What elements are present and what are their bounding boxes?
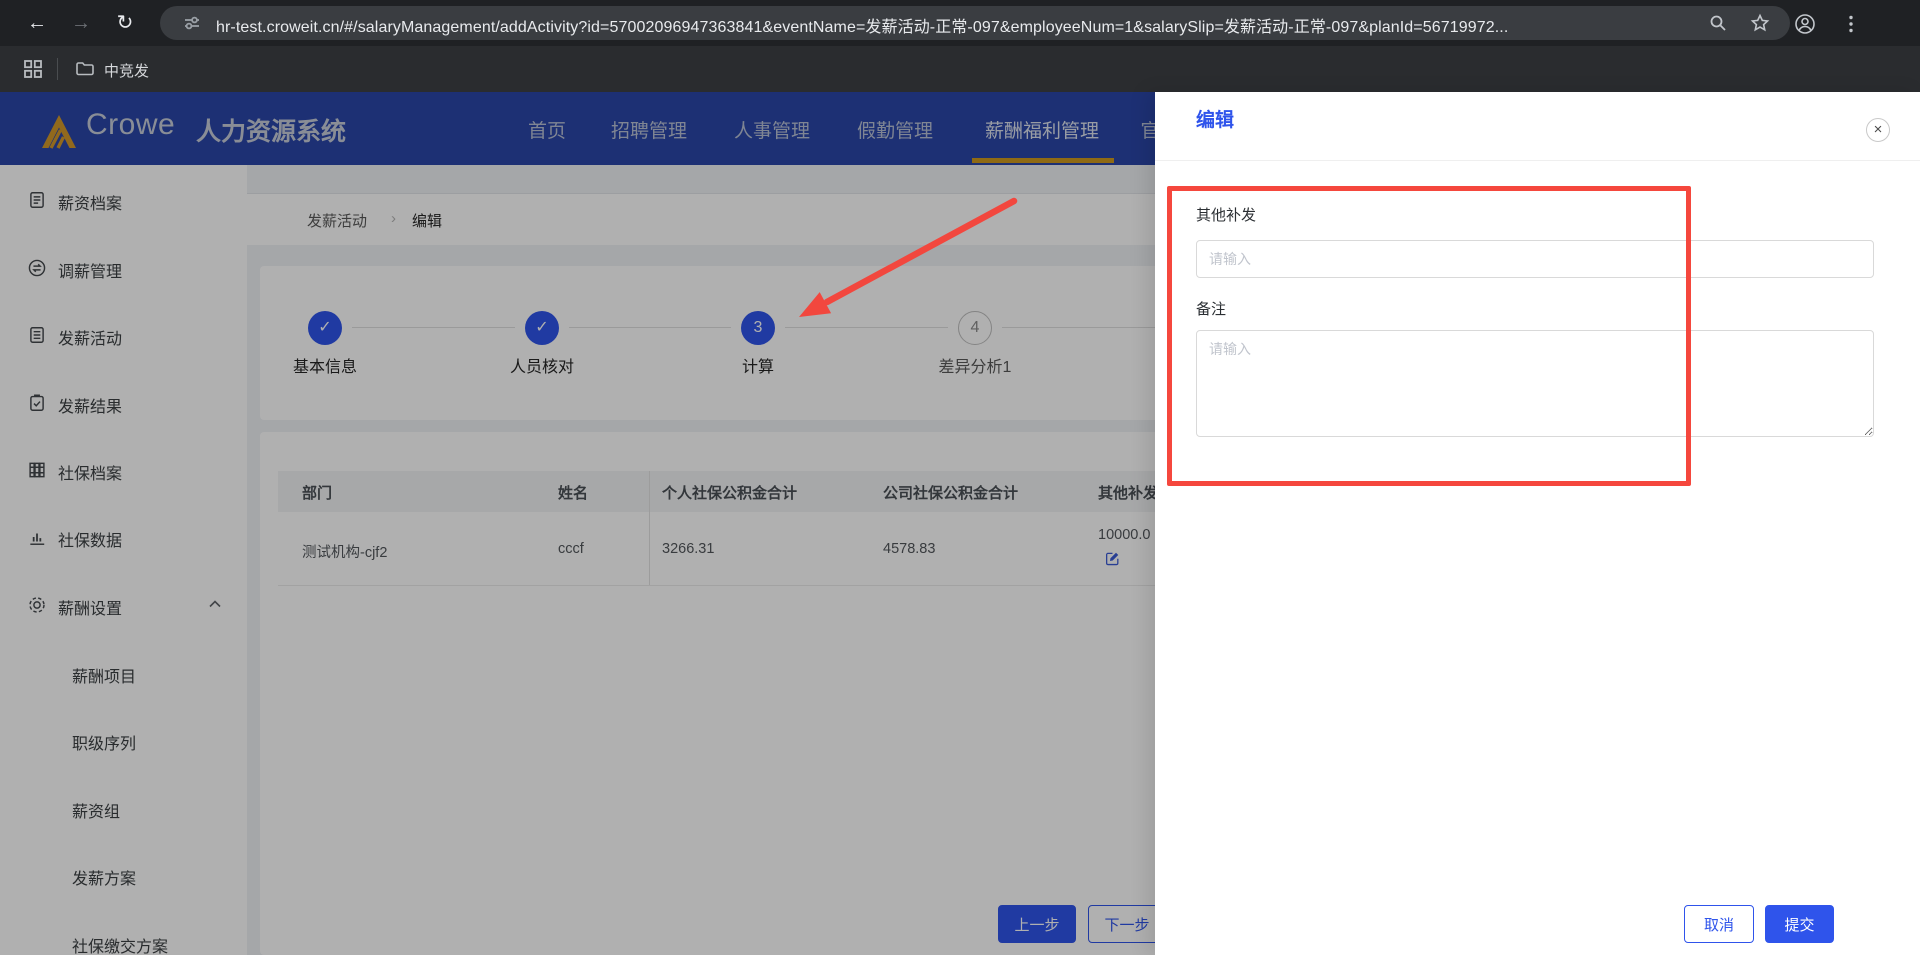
bookmarks-separator bbox=[57, 58, 58, 80]
drawer-title: 编辑 bbox=[1196, 110, 1235, 131]
edit-drawer: 编辑 × 其他补发 备注 取消 提交 bbox=[1155, 92, 1920, 955]
refresh-button[interactable]: ↻ bbox=[110, 8, 140, 38]
drawer-close-button[interactable]: × bbox=[1866, 118, 1890, 142]
apps-grid-icon[interactable] bbox=[22, 58, 42, 78]
bookmarks-bar: 中竞发 bbox=[0, 46, 1920, 92]
remark-textarea[interactable] bbox=[1196, 330, 1874, 437]
remark-label: 备注 bbox=[1196, 301, 1227, 318]
cancel-button[interactable]: 取消 bbox=[1684, 905, 1754, 943]
other-pay-label: 其他补发 bbox=[1196, 207, 1257, 224]
bookmark-folder[interactable]: 中竞发 bbox=[104, 60, 149, 81]
back-button[interactable]: ← bbox=[22, 8, 52, 38]
browser-toolbar: ← → ↻ hr-test.croweit.cn/#/salaryManagem… bbox=[0, 0, 1920, 46]
forward-button[interactable]: → bbox=[66, 8, 96, 38]
folder-icon[interactable] bbox=[74, 58, 94, 78]
close-icon: × bbox=[1873, 121, 1883, 138]
address-bar[interactable]: hr-test.croweit.cn/#/salaryManagement/ad… bbox=[160, 6, 1790, 40]
submit-button[interactable]: 提交 bbox=[1765, 905, 1834, 943]
screenshot-stage: ← → ↻ hr-test.croweit.cn/#/salaryManagem… bbox=[0, 0, 1920, 955]
other-pay-input[interactable] bbox=[1196, 240, 1874, 278]
browser-menu-icon[interactable] bbox=[1840, 13, 1860, 33]
profile-avatar-icon[interactable] bbox=[1794, 13, 1815, 34]
site-info-icon[interactable] bbox=[182, 13, 202, 33]
search-icon[interactable] bbox=[1708, 13, 1728, 33]
url-text[interactable]: hr-test.croweit.cn/#/salaryManagement/ad… bbox=[216, 13, 1696, 37]
bookmark-star-icon[interactable] bbox=[1750, 13, 1770, 33]
drawer-header-divider bbox=[1155, 160, 1920, 161]
